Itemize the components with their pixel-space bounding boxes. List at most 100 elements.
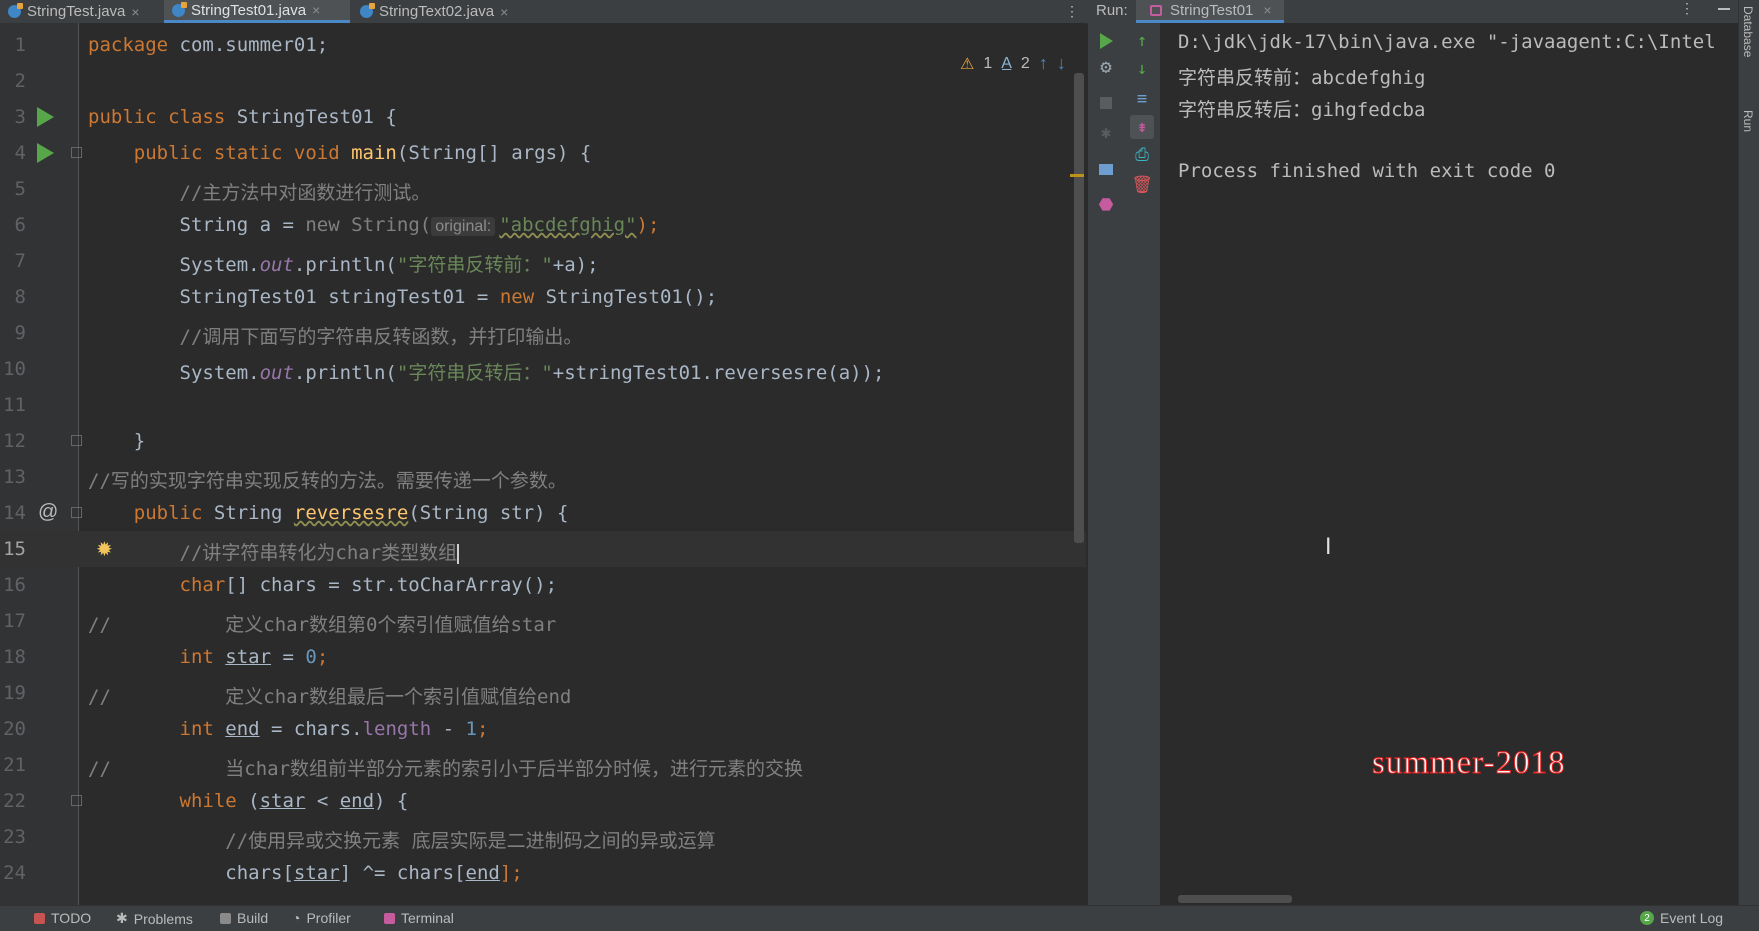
- java-class-icon: [8, 3, 23, 18]
- parameter-hint: original:: [431, 217, 496, 236]
- implemented-method-icon[interactable]: @: [38, 501, 58, 524]
- scroll-down-button[interactable]: ↓: [1130, 57, 1154, 81]
- right-tool-strip: Database Run: [1738, 0, 1759, 905]
- run-class-icon[interactable]: [37, 107, 54, 127]
- event-log-tool-button[interactable]: 2 Event Log: [1640, 910, 1723, 926]
- console-line: 字符串反转后：gihgfedcba: [1178, 99, 1426, 121]
- code-text[interactable]: // 定义char数组第0个索引值赋值给star: [88, 610, 556, 637]
- build-tool-button[interactable]: Build: [220, 910, 268, 926]
- console-output[interactable]: D:\jdk\jdk-17\bin\java.exe "-javaagent:C…: [1160, 23, 1738, 905]
- stop-icon: [1100, 97, 1112, 109]
- minimize-icon[interactable]: [1718, 8, 1730, 10]
- tab-options-icon[interactable]: ⋮: [1065, 0, 1079, 22]
- console-horizontal-scrollbar[interactable]: [1178, 895, 1292, 903]
- stop-button[interactable]: [1094, 91, 1118, 115]
- console-line: Process finished with exit code 0: [1178, 160, 1556, 182]
- soft-wrap-button[interactable]: ≡: [1130, 87, 1154, 111]
- fold-icon[interactable]: [71, 795, 82, 806]
- scroll-up-button[interactable]: ↑: [1130, 29, 1154, 53]
- code-text[interactable]: // 当char数组前半部分元素的索引小于后半部分时候，进行元素的交换: [88, 754, 803, 781]
- scroll-to-end-button[interactable]: ⇟: [1130, 115, 1154, 139]
- code-text[interactable]: System.out.println("字符串反转后："+stringTest0…: [88, 358, 885, 385]
- code-text[interactable]: chars[star] ^= chars[end];: [88, 862, 522, 884]
- run-options-icon[interactable]: ⋮: [1680, 0, 1694, 17]
- problems-tool-button[interactable]: ✱ Problems: [116, 910, 193, 927]
- fold-icon[interactable]: [71, 435, 82, 446]
- code-line: 2: [0, 63, 1086, 99]
- terminal-tool-button[interactable]: Terminal: [384, 910, 454, 926]
- run-tool-button[interactable]: Run: [1741, 110, 1755, 132]
- error-stripe-mark[interactable]: [1070, 174, 1084, 177]
- code-text[interactable]: //讲字符串转化为char类型数组: [88, 538, 460, 565]
- event-log-label: Event Log: [1660, 910, 1724, 926]
- line-number: 13: [3, 466, 26, 488]
- event-count-badge: 2: [1640, 911, 1654, 925]
- line-number: 3: [14, 106, 26, 128]
- code-text[interactable]: //使用异或交换元素 底层实际是二进制码之间的异或运算: [88, 826, 715, 853]
- tab-stringtest01[interactable]: StringTest01.java ×: [164, 0, 350, 23]
- clear-all-button[interactable]: 🗑: [1130, 173, 1154, 197]
- settings-button[interactable]: ⚙: [1094, 55, 1118, 79]
- scroll-to-end-icon: ⇟: [1136, 117, 1148, 137]
- close-icon[interactable]: ×: [312, 2, 320, 18]
- code-line: 13 //写的实现字符串实现反转的方法。需要传递一个参数。: [0, 459, 1086, 495]
- code-text[interactable]: public String reversesre(String str) {: [88, 502, 569, 524]
- pin-tab-button[interactable]: ⬣: [1094, 193, 1118, 217]
- watermark: summer-2018: [1372, 745, 1566, 782]
- run-tab-stringtest01[interactable]: StringTest01 ×: [1136, 0, 1284, 23]
- code-text[interactable]: public static void main(String[] args) {: [88, 142, 592, 164]
- code-text[interactable]: while (star < end) {: [88, 790, 409, 812]
- code-text[interactable]: System.out.println("字符串反转前："+a);: [88, 250, 599, 277]
- code-line: 21 // 当char数组前半部分元素的索引小于后半部分时候，进行元素的交换: [0, 747, 1086, 783]
- run-panel-header: Run: StringTest01 × ⋮: [1088, 0, 1759, 24]
- code-text[interactable]: StringTest01 stringTest01 = new StringTe…: [88, 286, 718, 308]
- problems-label: Problems: [133, 910, 193, 927]
- code-text[interactable]: public class StringTest01 {: [88, 106, 397, 128]
- attach-debugger-button[interactable]: ✱: [1094, 121, 1118, 145]
- tab-stringtext02[interactable]: StringText02.java ×: [352, 0, 542, 23]
- print-button[interactable]: ⎙: [1130, 143, 1154, 167]
- line-number: 24: [3, 862, 26, 884]
- line-number: 23: [3, 826, 26, 848]
- code-line: 12 }: [0, 423, 1086, 459]
- close-icon[interactable]: ×: [1263, 2, 1271, 18]
- line-number: 21: [3, 754, 26, 776]
- close-icon[interactable]: ×: [131, 4, 139, 20]
- code-line: 18 int star = 0;: [0, 639, 1086, 675]
- fold-icon[interactable]: [71, 507, 82, 518]
- text-caret: [457, 543, 460, 564]
- tab-stringtest[interactable]: StringTest.java ×: [0, 0, 148, 23]
- layout-button[interactable]: [1094, 157, 1118, 181]
- code-line: 4 public static void main(String[] args)…: [0, 135, 1086, 171]
- fold-icon[interactable]: [71, 147, 82, 158]
- rerun-button[interactable]: [1094, 29, 1118, 53]
- line-number: 11: [3, 394, 26, 416]
- code-text[interactable]: int end = chars.length - 1;: [88, 718, 489, 740]
- code-text[interactable]: String a = new String(original: "abcdefgh…: [88, 214, 659, 236]
- code-editor[interactable]: ⚠ 1 A̲ 2 ↑ ↓ 1 package com.summer01; 2 3…: [0, 23, 1086, 905]
- code-text[interactable]: //写的实现字符串实现反转的方法。需要传递一个参数。: [88, 466, 567, 493]
- code-text[interactable]: int star = 0;: [88, 646, 329, 668]
- code-text[interactable]: package com.summer01;: [88, 34, 328, 56]
- todo-tool-button[interactable]: TODO: [34, 910, 91, 926]
- java-class-icon: [172, 1, 187, 17]
- code-text[interactable]: char[] chars = str.toCharArray();: [88, 574, 558, 596]
- code-text[interactable]: // 定义char数组最后一个索引值赋值给end: [88, 682, 571, 709]
- database-tool-button[interactable]: Database: [1741, 6, 1755, 57]
- soft-wrap-icon: ≡: [1136, 89, 1148, 109]
- code-line-current: 15 ✹ //讲字符串转化为char类型数组: [0, 531, 1086, 567]
- line-number: 19: [3, 682, 26, 704]
- run-main-icon[interactable]: [37, 143, 54, 163]
- code-line: 17 // 定义char数组第0个索引值赋值给star: [0, 603, 1086, 639]
- code-line: 9 //调用下面写的字符串反转函数，并打印输出。: [0, 315, 1086, 351]
- editor-scrollbar[interactable]: [1074, 73, 1084, 543]
- code-text[interactable]: //调用下面写的字符串反转函数，并打印输出。: [88, 322, 583, 349]
- profiler-tool-button[interactable]: ◔ Profiler: [292, 910, 351, 926]
- code-text[interactable]: }: [88, 430, 145, 452]
- code-text[interactable]: //主方法中对函数进行测试。: [88, 178, 431, 205]
- line-number: 12: [3, 430, 26, 452]
- code-line: 22 while (star < end) {: [0, 783, 1086, 819]
- console-line: D:\jdk\jdk-17\bin\java.exe "-javaagent:C…: [1178, 31, 1716, 53]
- close-icon[interactable]: ×: [500, 4, 508, 20]
- printer-icon: ⎙: [1135, 145, 1149, 165]
